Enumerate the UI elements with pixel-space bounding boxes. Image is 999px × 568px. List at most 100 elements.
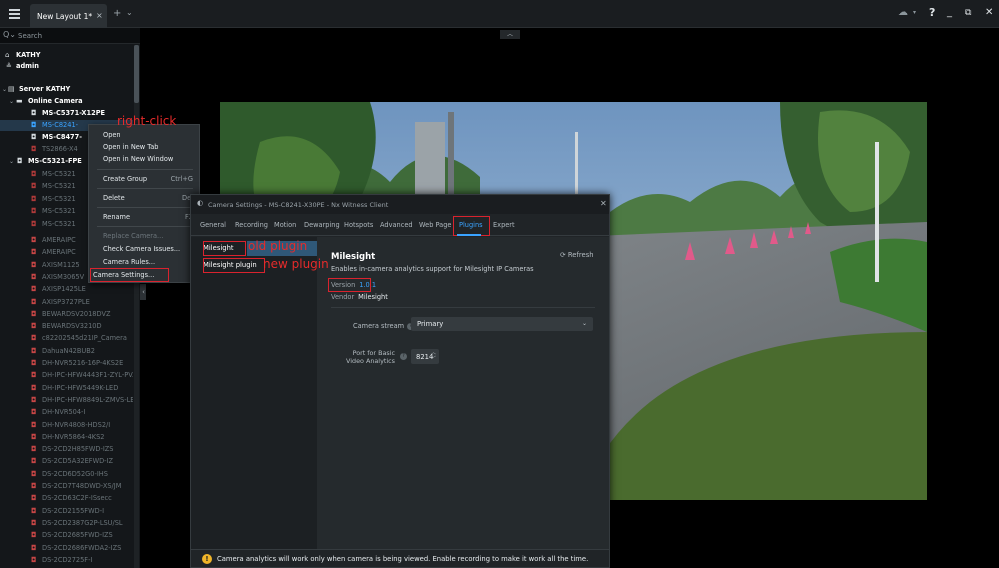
tree-item-camera-offline[interactable]: ◘ DS-2CD2155FWD-I <box>0 506 133 517</box>
menu-separator <box>97 188 193 189</box>
camera-offline-icon: ◘ <box>31 383 37 392</box>
tab-recording[interactable]: Recording <box>235 221 268 229</box>
minimize-button[interactable]: _ <box>947 7 952 18</box>
camera-stream-select[interactable]: Primary ⌄ <box>411 317 593 331</box>
dialog-close-icon[interactable]: ✕ <box>600 199 607 208</box>
scrollbar-thumb[interactable] <box>134 45 139 103</box>
chevron-down-icon: ⌄ <box>581 320 587 327</box>
tree-item-camera-offline[interactable]: ◘ DH-NVR5864-4KS2 <box>0 432 133 443</box>
tree-item-camera-offline[interactable]: ◘ DH-NVR4808-HDS2/I <box>0 420 133 431</box>
camera-offline-icon: ◘ <box>31 248 37 257</box>
tree-item-camera-offline[interactable]: ◘ DH-NVR504-I <box>0 407 133 418</box>
camera-offline-icon: ◘ <box>31 170 37 178</box>
hamburger-menu-icon[interactable] <box>9 9 20 19</box>
tree-item-camera-offline[interactable]: ◘ DS-2CD2725F-I <box>0 555 133 566</box>
close-window-button[interactable]: ✕ <box>985 7 993 18</box>
tree-item-camera-offline[interactable]: ◘ DH-IPC-HFW5449K-LED <box>0 383 133 394</box>
tree-item-camera-offline[interactable]: ◘ DH-IPC-HFW8849L-ZMVS-LED <box>0 395 133 406</box>
expand-caret-icon[interactable]: ⌄ <box>9 96 14 107</box>
search-input[interactable] <box>18 29 128 42</box>
tree-item-label: BEWARDSV3210D <box>42 322 102 331</box>
tree-item-camera-offline[interactable]: ◘ DH-NVR5216-16P-4KS2E <box>0 358 133 369</box>
cloud-icon[interactable]: ☁ <box>898 7 908 18</box>
annotation-box-plugins-tab <box>453 216 490 236</box>
menu-item-open-new-window[interactable]: Open in New Window <box>89 152 199 166</box>
tab-menu-chevron-icon[interactable]: ⌄ <box>126 8 133 17</box>
tab-web-page[interactable]: Web Page <box>419 221 451 229</box>
tree-item-label: DS-2CD2686FWDA2-IZS <box>42 543 122 552</box>
tree-item-camera-offline[interactable]: ◘ c82202545d21IP_Camera <box>0 333 133 344</box>
camera-offline-icon: ◘ <box>31 506 37 515</box>
tab-hotspots[interactable]: Hotspots <box>344 221 373 229</box>
port-spinbox[interactable]: 8214 ︿ ﹀ <box>411 349 439 364</box>
tree-item-camera-offline[interactable]: ◘ DS-2CD6D52G0-IHS <box>0 469 133 480</box>
tree-item-label: MS-C5321 <box>42 195 76 203</box>
tree-item-camera-offline[interactable]: ◘ BEWARDSV2018DVZ <box>0 309 133 320</box>
tree-item-camera-offline[interactable]: ◘ DS-2CD2387G2P-LSU/SL <box>0 518 133 529</box>
tree-item-camera-offline[interactable]: ◘ DH-IPC-HFW4443F1-ZYL-PV... <box>0 370 133 381</box>
tree-item-camera-offline[interactable]: ◘ BEWARDSV3210D <box>0 321 133 332</box>
tab-general[interactable]: General <box>200 221 226 229</box>
help-icon[interactable]: ? <box>929 6 935 19</box>
tree-item-label: DS-2CD2725F-I <box>42 555 93 564</box>
dialog-title-bar: ◐ Camera Settings - MS-C8241-X30PE - Nx … <box>191 195 609 214</box>
add-tab-icon[interactable]: + <box>113 8 121 19</box>
tab-layout[interactable]: New Layout 1* × <box>30 4 107 28</box>
camera-group-icon: ◘ <box>17 157 23 165</box>
tree-item-camera[interactable]: ◘ MS-C5371-X12PE <box>0 108 133 119</box>
camera-offline-icon: ◘ <box>31 420 37 429</box>
expand-caret-icon[interactable]: ⌄ <box>9 156 14 167</box>
menu-item-check-issues[interactable]: Check Camera Issues... <box>89 242 199 256</box>
tree-item-label: AXISM3065V <box>42 272 85 281</box>
maximize-button[interactable]: ⧉ <box>965 8 971 18</box>
tree-item-server[interactable]: ⌄ ▤ Server KATHY <box>0 84 133 95</box>
menu-item-delete[interactable]: Delete Del <box>89 191 199 205</box>
plugin-vendor: Vendor Milesight <box>331 293 388 301</box>
annotation-box-version <box>328 278 371 292</box>
spinner-arrows-icon[interactable]: ︿ ﹀ <box>431 350 436 362</box>
tree-item-label: DH-NVR4808-HDS2/I <box>42 420 111 429</box>
menu-item-label: Check Camera Issues... <box>103 245 181 253</box>
tree-item-user[interactable]: ≗ admin <box>0 61 133 72</box>
search-icon[interactable]: Q⌄ <box>3 30 16 39</box>
tree-item-camera-offline[interactable]: ◘ DS-2CD7T48DWD-XS/JM <box>0 481 133 492</box>
menu-item-create-group[interactable]: Create Group Ctrl+G <box>89 172 199 186</box>
tree-item-camera-offline[interactable]: ◘ DS-2CD2685FWD-IZS <box>0 530 133 541</box>
tree-item-camera-offline[interactable]: ◘ DS-2CD2686FWDA2-IZS <box>0 543 133 554</box>
tree-item-label: AXISP3727PLE <box>42 297 90 306</box>
tree-item-camera-offline[interactable]: ◘ AXISP1425LE <box>0 284 133 295</box>
tree-item-camera-offline[interactable]: ◘ DS-2CD2H85FWD-IZS <box>0 444 133 455</box>
refresh-label: Refresh <box>567 251 594 259</box>
tree-item-label: DH-NVR5216-16P-4KS2E <box>42 359 124 367</box>
tree-item-label: MS-C8477- <box>42 133 82 141</box>
dialog-title: Camera Settings - MS-C8241-X30PE - Nx Wi… <box>208 201 389 209</box>
tab-close-icon[interactable]: × <box>96 11 103 20</box>
tab-motion[interactable]: Motion <box>274 221 296 229</box>
menu-item-rename[interactable]: Rename F2 <box>89 210 199 224</box>
camera-offline-icon: ◘ <box>31 260 37 269</box>
plugin-title: Milesight <box>331 252 376 262</box>
refresh-icon: ⟳ <box>560 251 566 259</box>
tree-item-camera-offline[interactable]: ◘ DahuaN42BUB2 <box>0 346 133 357</box>
tree-item-camera-offline[interactable]: ◘ DS-2CD63C2F-ISsecc <box>0 493 133 504</box>
cloud-caret-icon[interactable]: ▾ <box>913 9 916 16</box>
tree-item-camera-offline[interactable]: ◘ AXISP3727PLE <box>0 297 133 308</box>
menu-item-camera-settings[interactable]: Camera Settings... <box>90 268 169 282</box>
camera-offline-icon: ◘ <box>31 145 37 153</box>
tab-advanced[interactable]: Advanced <box>380 221 413 229</box>
tree-item-label: AXISM1125 <box>42 260 80 269</box>
camera-offline-icon: ◘ <box>31 408 37 417</box>
expand-caret-icon[interactable]: ⌄ <box>2 84 7 95</box>
camera-offline-icon: ◘ <box>31 531 37 540</box>
tree-item-online-group[interactable]: ⌄ ▬ Online Camera <box>0 96 133 107</box>
tab-expert[interactable]: Expert <box>493 221 515 229</box>
tree-item-site[interactable]: ⌂ KATHY <box>0 50 133 61</box>
tree-item-label: admin <box>16 62 39 70</box>
help-icon[interactable]: ? <box>400 353 407 360</box>
menu-item-camera-rules[interactable]: Camera Rules... <box>89 255 199 269</box>
tree-item-camera-offline[interactable]: ◘ DS-2CD5A32EFWD-IZ <box>0 456 133 467</box>
tab-dewarping[interactable]: Dewarping <box>304 221 340 229</box>
refresh-button[interactable]: ⟳ Refresh <box>560 251 594 259</box>
tree-item-label: DS-2CD7T48DWD-XS/JM <box>42 482 122 490</box>
collapse-top-icon[interactable]: ︿ <box>500 30 520 39</box>
